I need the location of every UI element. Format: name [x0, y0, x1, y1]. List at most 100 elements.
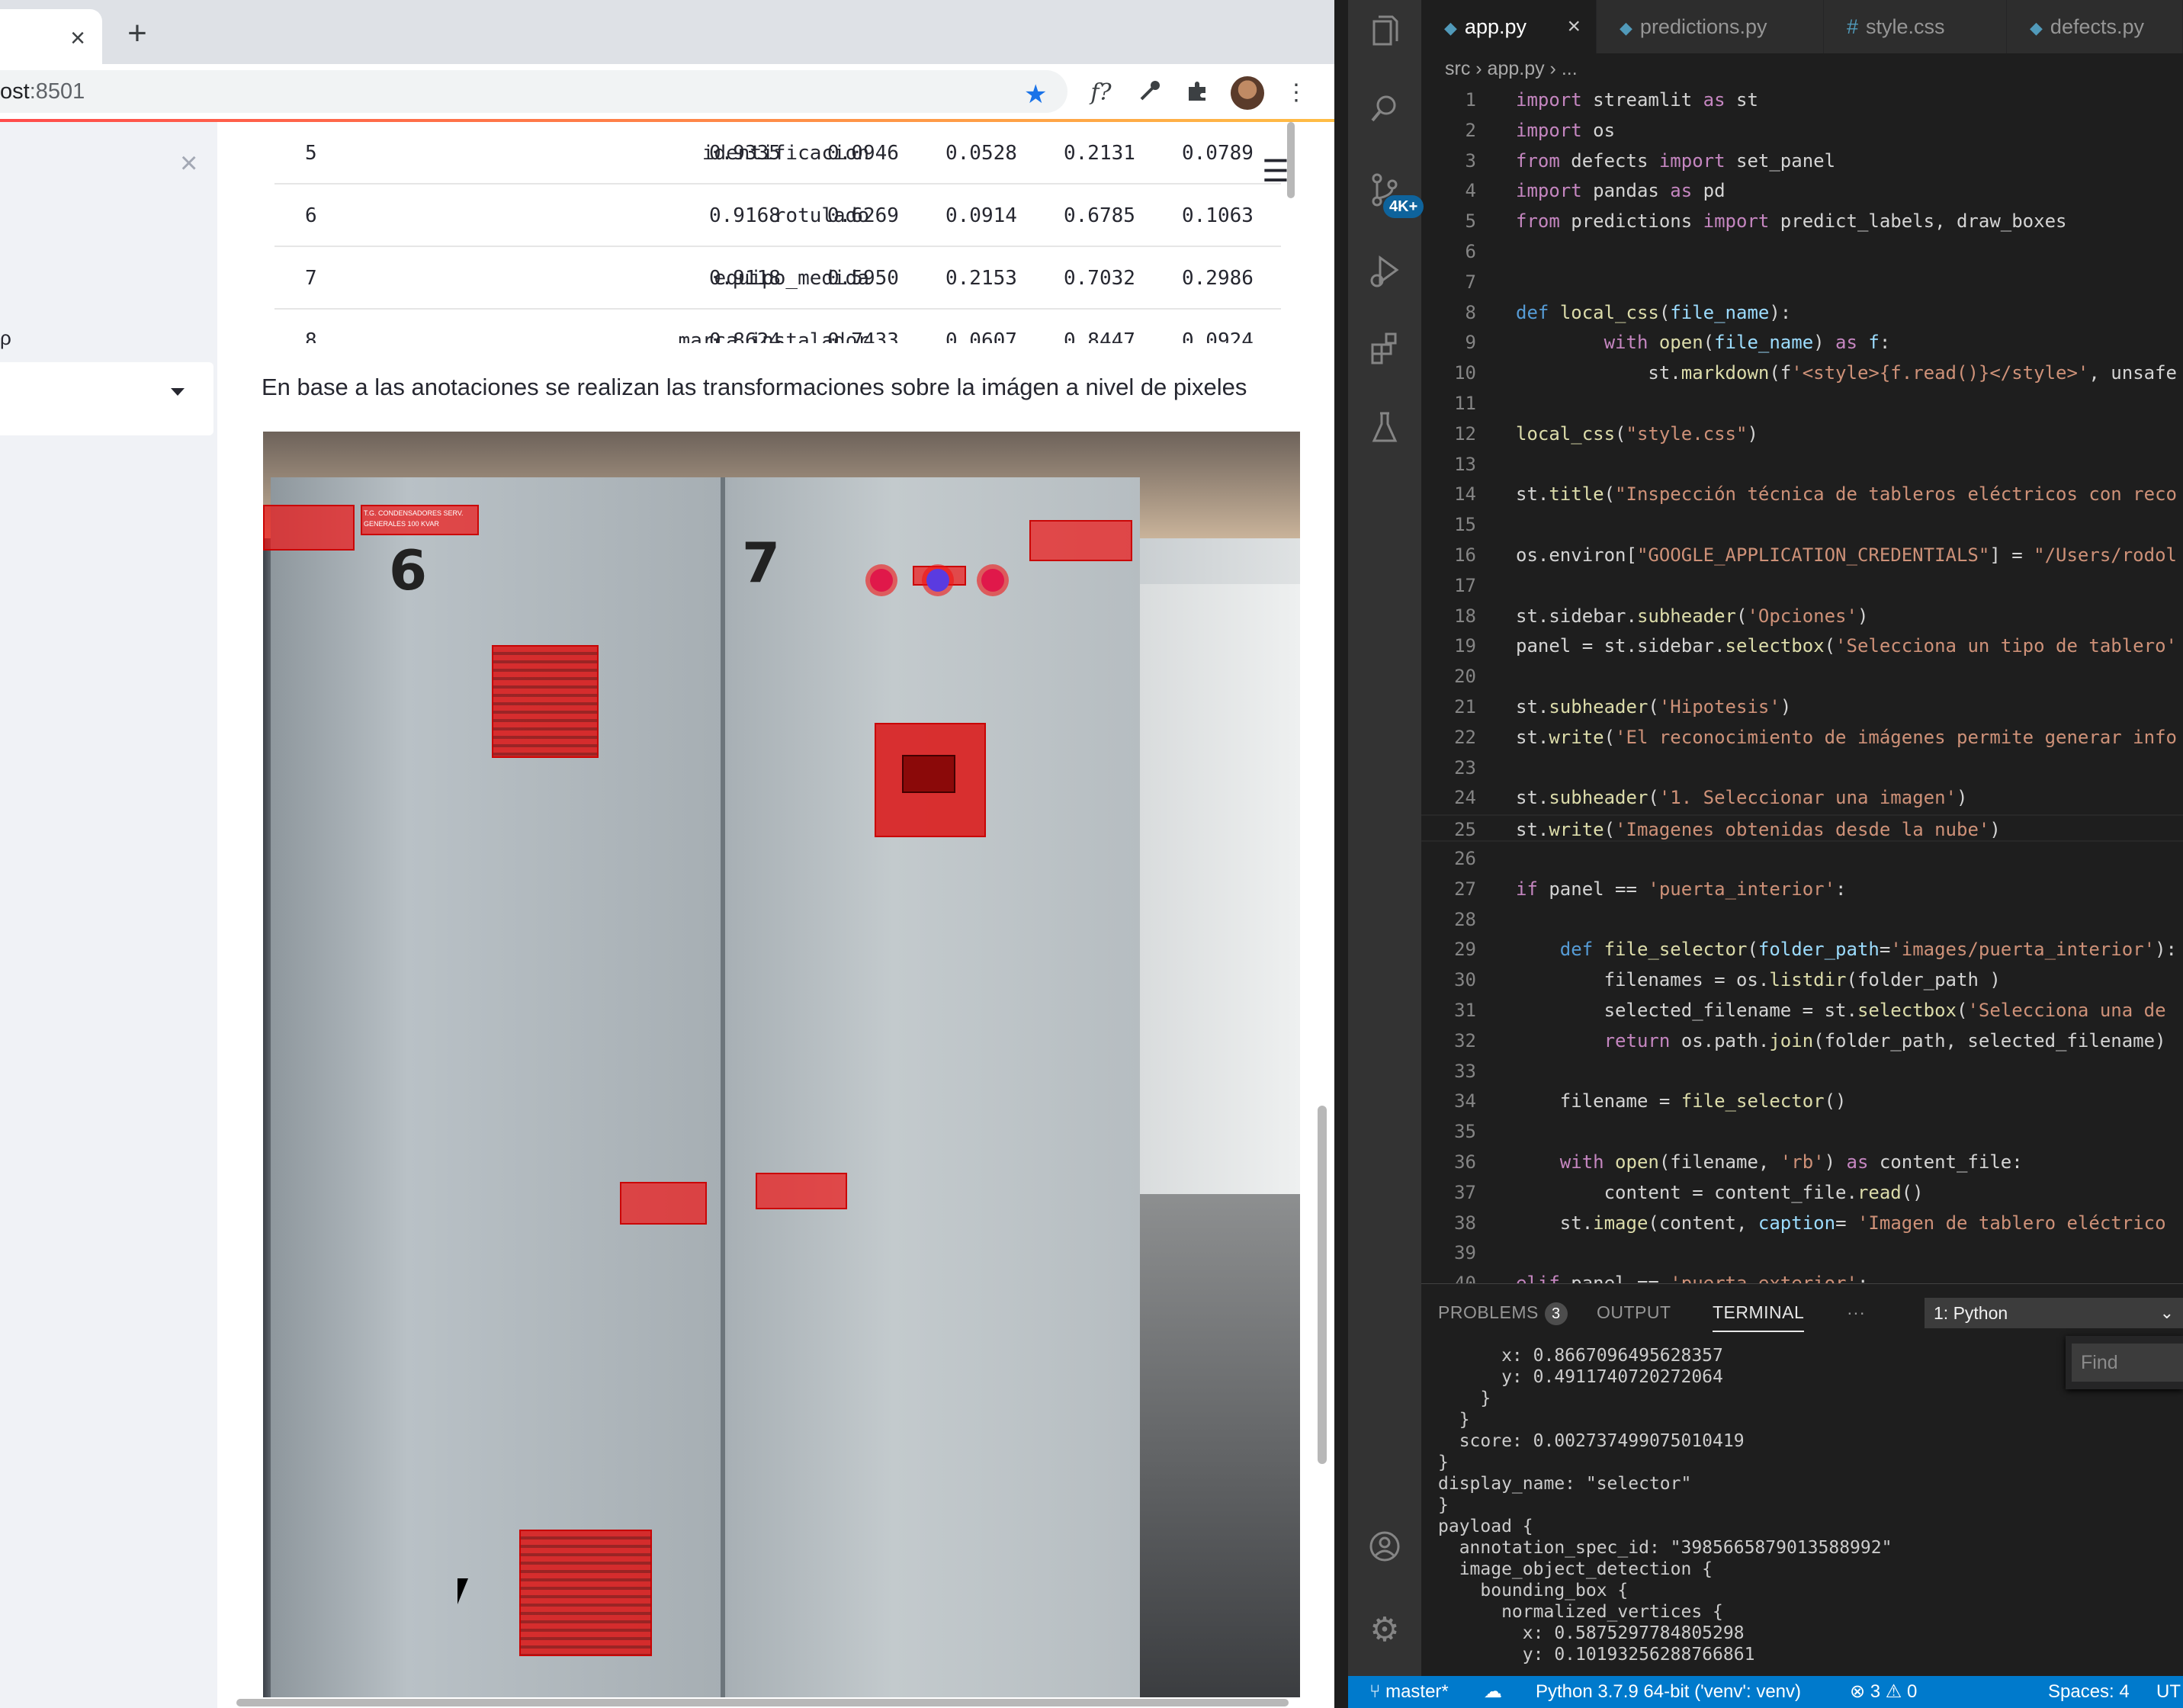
address-bar[interactable]: ost:8501 ★ — [0, 70, 1067, 113]
code-line[interactable]: 23 — [1421, 754, 2183, 782]
encoding-status[interactable]: UT — [2156, 1676, 2181, 1708]
code-line[interactable]: 26 — [1421, 845, 2183, 872]
extensions-icon[interactable] — [1182, 78, 1212, 108]
tab-output[interactable]: OUTPUT — [1597, 1302, 1671, 1323]
sidebar-close-icon[interactable]: × — [180, 146, 197, 181]
tab-close-icon[interactable]: × — [66, 25, 90, 51]
more-actions-icon[interactable]: ··· — [1847, 1302, 1865, 1323]
code-line[interactable]: 34 filename = file_selector() — [1421, 1087, 2183, 1115]
code-line[interactable]: 19 panel = st.sidebar.selectbox('Seleccio… — [1421, 632, 2183, 660]
bookmark-star-icon[interactable]: ★ — [1024, 79, 1047, 110]
breadcrumb[interactable]: src › app.py › ... — [1445, 58, 1578, 80]
code-line[interactable]: 17 — [1421, 572, 2183, 599]
tab-predictions-py[interactable]: ◆ predictions.py — [1597, 0, 1824, 53]
code-line[interactable]: 18 st.sidebar.subheader('Opciones') — [1421, 602, 2183, 630]
tab-strip: × + — [0, 0, 1334, 64]
code-line[interactable]: 31 selected_filename = st.selectbox('Sel… — [1421, 997, 2183, 1024]
table-scrollbar[interactable] — [1287, 122, 1295, 198]
code-line[interactable]: 9 with open(file_name) as f: — [1421, 329, 2183, 356]
more-icon[interactable]: ⋮ — [1281, 78, 1311, 108]
close-icon[interactable]: × — [1567, 0, 1581, 53]
indicator-led — [981, 569, 1004, 592]
code-line[interactable]: 4 import pandas as pd — [1421, 177, 2183, 204]
testing-flask-icon[interactable] — [1348, 410, 1421, 456]
code-line[interactable]: 11 — [1421, 390, 2183, 417]
terminal-line: } — [1438, 1410, 1470, 1430]
terminal-line: y: 0.4911740720272064 — [1438, 1367, 1723, 1387]
tab-label: app.py — [1464, 15, 1526, 38]
indentation-status[interactable]: Spaces: 4 — [2048, 1676, 2130, 1708]
code-line[interactable]: 37 content = content_file.read() — [1421, 1179, 2183, 1206]
line-number: 18 — [1454, 605, 1476, 627]
code-line[interactable]: 10 st.markdown(f'<style>{f.read()}</styl… — [1421, 359, 2183, 387]
code-line[interactable]: 36 with open(filename, 'rb') as content_… — [1421, 1148, 2183, 1176]
code-line[interactable]: 1 import streamlit as st — [1421, 86, 2183, 114]
code-line[interactable]: 8 def local_css(file_name): — [1421, 299, 2183, 326]
panel-type-select[interactable] — [0, 362, 213, 435]
page-horizontal-scrollbar[interactable] — [236, 1699, 1289, 1706]
code-line[interactable]: 40elif panel == 'puerta_exterior': — [1421, 1270, 2183, 1283]
sync-icon[interactable]: ☁ — [1484, 1676, 1502, 1708]
search-icon[interactable] — [1348, 92, 1421, 137]
code-line[interactable]: 32 return os.path.join(folder_path, sele… — [1421, 1027, 2183, 1055]
code-line[interactable]: 28 — [1421, 906, 2183, 933]
tab-style-css[interactable]: # style.css — [1824, 0, 2007, 53]
run-debug-icon[interactable] — [1348, 252, 1421, 297]
eyedropper-icon[interactable] — [1135, 78, 1165, 108]
code-line[interactable]: 29 def file_selector(folder_path='images… — [1421, 936, 2183, 963]
line-number: 28 — [1454, 908, 1476, 930]
generator-background — [1140, 584, 1300, 1270]
code-line[interactable]: 30 filenames = os.listdir(folder_path ) — [1421, 966, 2183, 994]
git-branch-status[interactable]: ⑂ master* — [1369, 1676, 1449, 1708]
code-editor[interactable]: 1 import streamlit as st 2 import os 3 from d… — [1421, 86, 2183, 1283]
tab-app-py[interactable]: ◆ app.py × — [1421, 0, 1597, 53]
find-input[interactable]: Find — [2072, 1344, 2183, 1382]
tab-problems[interactable]: PROBLEMS 3 — [1438, 1302, 1568, 1325]
code-line[interactable]: 15 — [1421, 511, 2183, 538]
code-line[interactable]: 7 — [1421, 268, 2183, 296]
new-tab-button[interactable]: + — [122, 17, 152, 50]
code-line[interactable]: 25 st.write('Imagenes obtenidas desde la … — [1421, 814, 2183, 843]
code-line[interactable]: 33 — [1421, 1058, 2183, 1085]
code-line[interactable]: 3 from defects import set_panel — [1421, 147, 2183, 175]
code-line[interactable]: 38 st.image(content, caption= 'Imagen de… — [1421, 1209, 2183, 1237]
code-line[interactable]: 21 st.subheader('Hipotesis') — [1421, 693, 2183, 721]
code-line[interactable]: 16 os.environ["GOOGLE_APPLICATION_CREDENT… — [1421, 541, 2183, 569]
code-line[interactable]: 24 st.subheader('1. Seleccionar una image… — [1421, 784, 2183, 811]
account-icon[interactable] — [1348, 1530, 1421, 1575]
code-line[interactable]: 2 import os — [1421, 117, 2183, 144]
code-line[interactable]: 20 — [1421, 663, 2183, 690]
page-vertical-scrollbar[interactable] — [1318, 1106, 1327, 1464]
problems-status[interactable]: ⊗ 3 ⚠ 0 — [1850, 1676, 1917, 1708]
tab-terminal[interactable]: TERMINAL — [1713, 1302, 1805, 1332]
explorer-icon[interactable] — [1348, 12, 1421, 58]
line-number: 7 — [1465, 271, 1476, 293]
code-line[interactable]: 22 st.write('El reconocimiento de imágene… — [1421, 724, 2183, 751]
menu-hamburger-icon[interactable]: ☰ — [1262, 154, 1289, 189]
terminal-select[interactable]: 1: Python ⌄ — [1925, 1298, 2183, 1328]
cell: 0.2986 — [1182, 267, 1254, 290]
formula-icon[interactable]: f? — [1086, 78, 1116, 108]
code-line[interactable]: 39 — [1421, 1239, 2183, 1267]
python-interpreter-status[interactable]: Python 3.7.9 64-bit ('venv': venv) — [1536, 1676, 1801, 1708]
cabinet-number: 6 — [389, 538, 428, 602]
settings-gear-icon[interactable]: ⚙ — [1348, 1607, 1421, 1653]
code-line[interactable]: 13 — [1421, 451, 2183, 478]
terminal-line: score: 0.002737499075010419 — [1438, 1431, 1745, 1451]
line-number: 16 — [1454, 544, 1476, 566]
cell: 0.7032 — [1064, 267, 1135, 290]
code-line[interactable]: 35 — [1421, 1118, 2183, 1145]
browser-tab-active[interactable]: × — [0, 9, 102, 64]
line-number: 33 — [1454, 1060, 1476, 1082]
avatar[interactable] — [1231, 76, 1264, 110]
extensions-icon[interactable] — [1348, 331, 1421, 377]
tab-defects-py[interactable]: ◆ defects.py — [2007, 0, 2183, 53]
code-line[interactable]: 12 local_css("style.css") — [1421, 420, 2183, 448]
code-line[interactable]: 14 st.title("Inspección técnica de tabler… — [1421, 480, 2183, 508]
code-line[interactable]: 6 — [1421, 238, 2183, 265]
code-line[interactable]: 5 from predictions import predict_labels,… — [1421, 207, 2183, 235]
terminal-output[interactable]: x: 0.8667096495628357 y: 0.4911740720272… — [1438, 1345, 2063, 1665]
code-line[interactable]: 27 if panel == 'puerta_interior': — [1421, 875, 2183, 903]
line-number: 27 — [1454, 878, 1476, 900]
detection-box-ventilation — [519, 1530, 652, 1656]
